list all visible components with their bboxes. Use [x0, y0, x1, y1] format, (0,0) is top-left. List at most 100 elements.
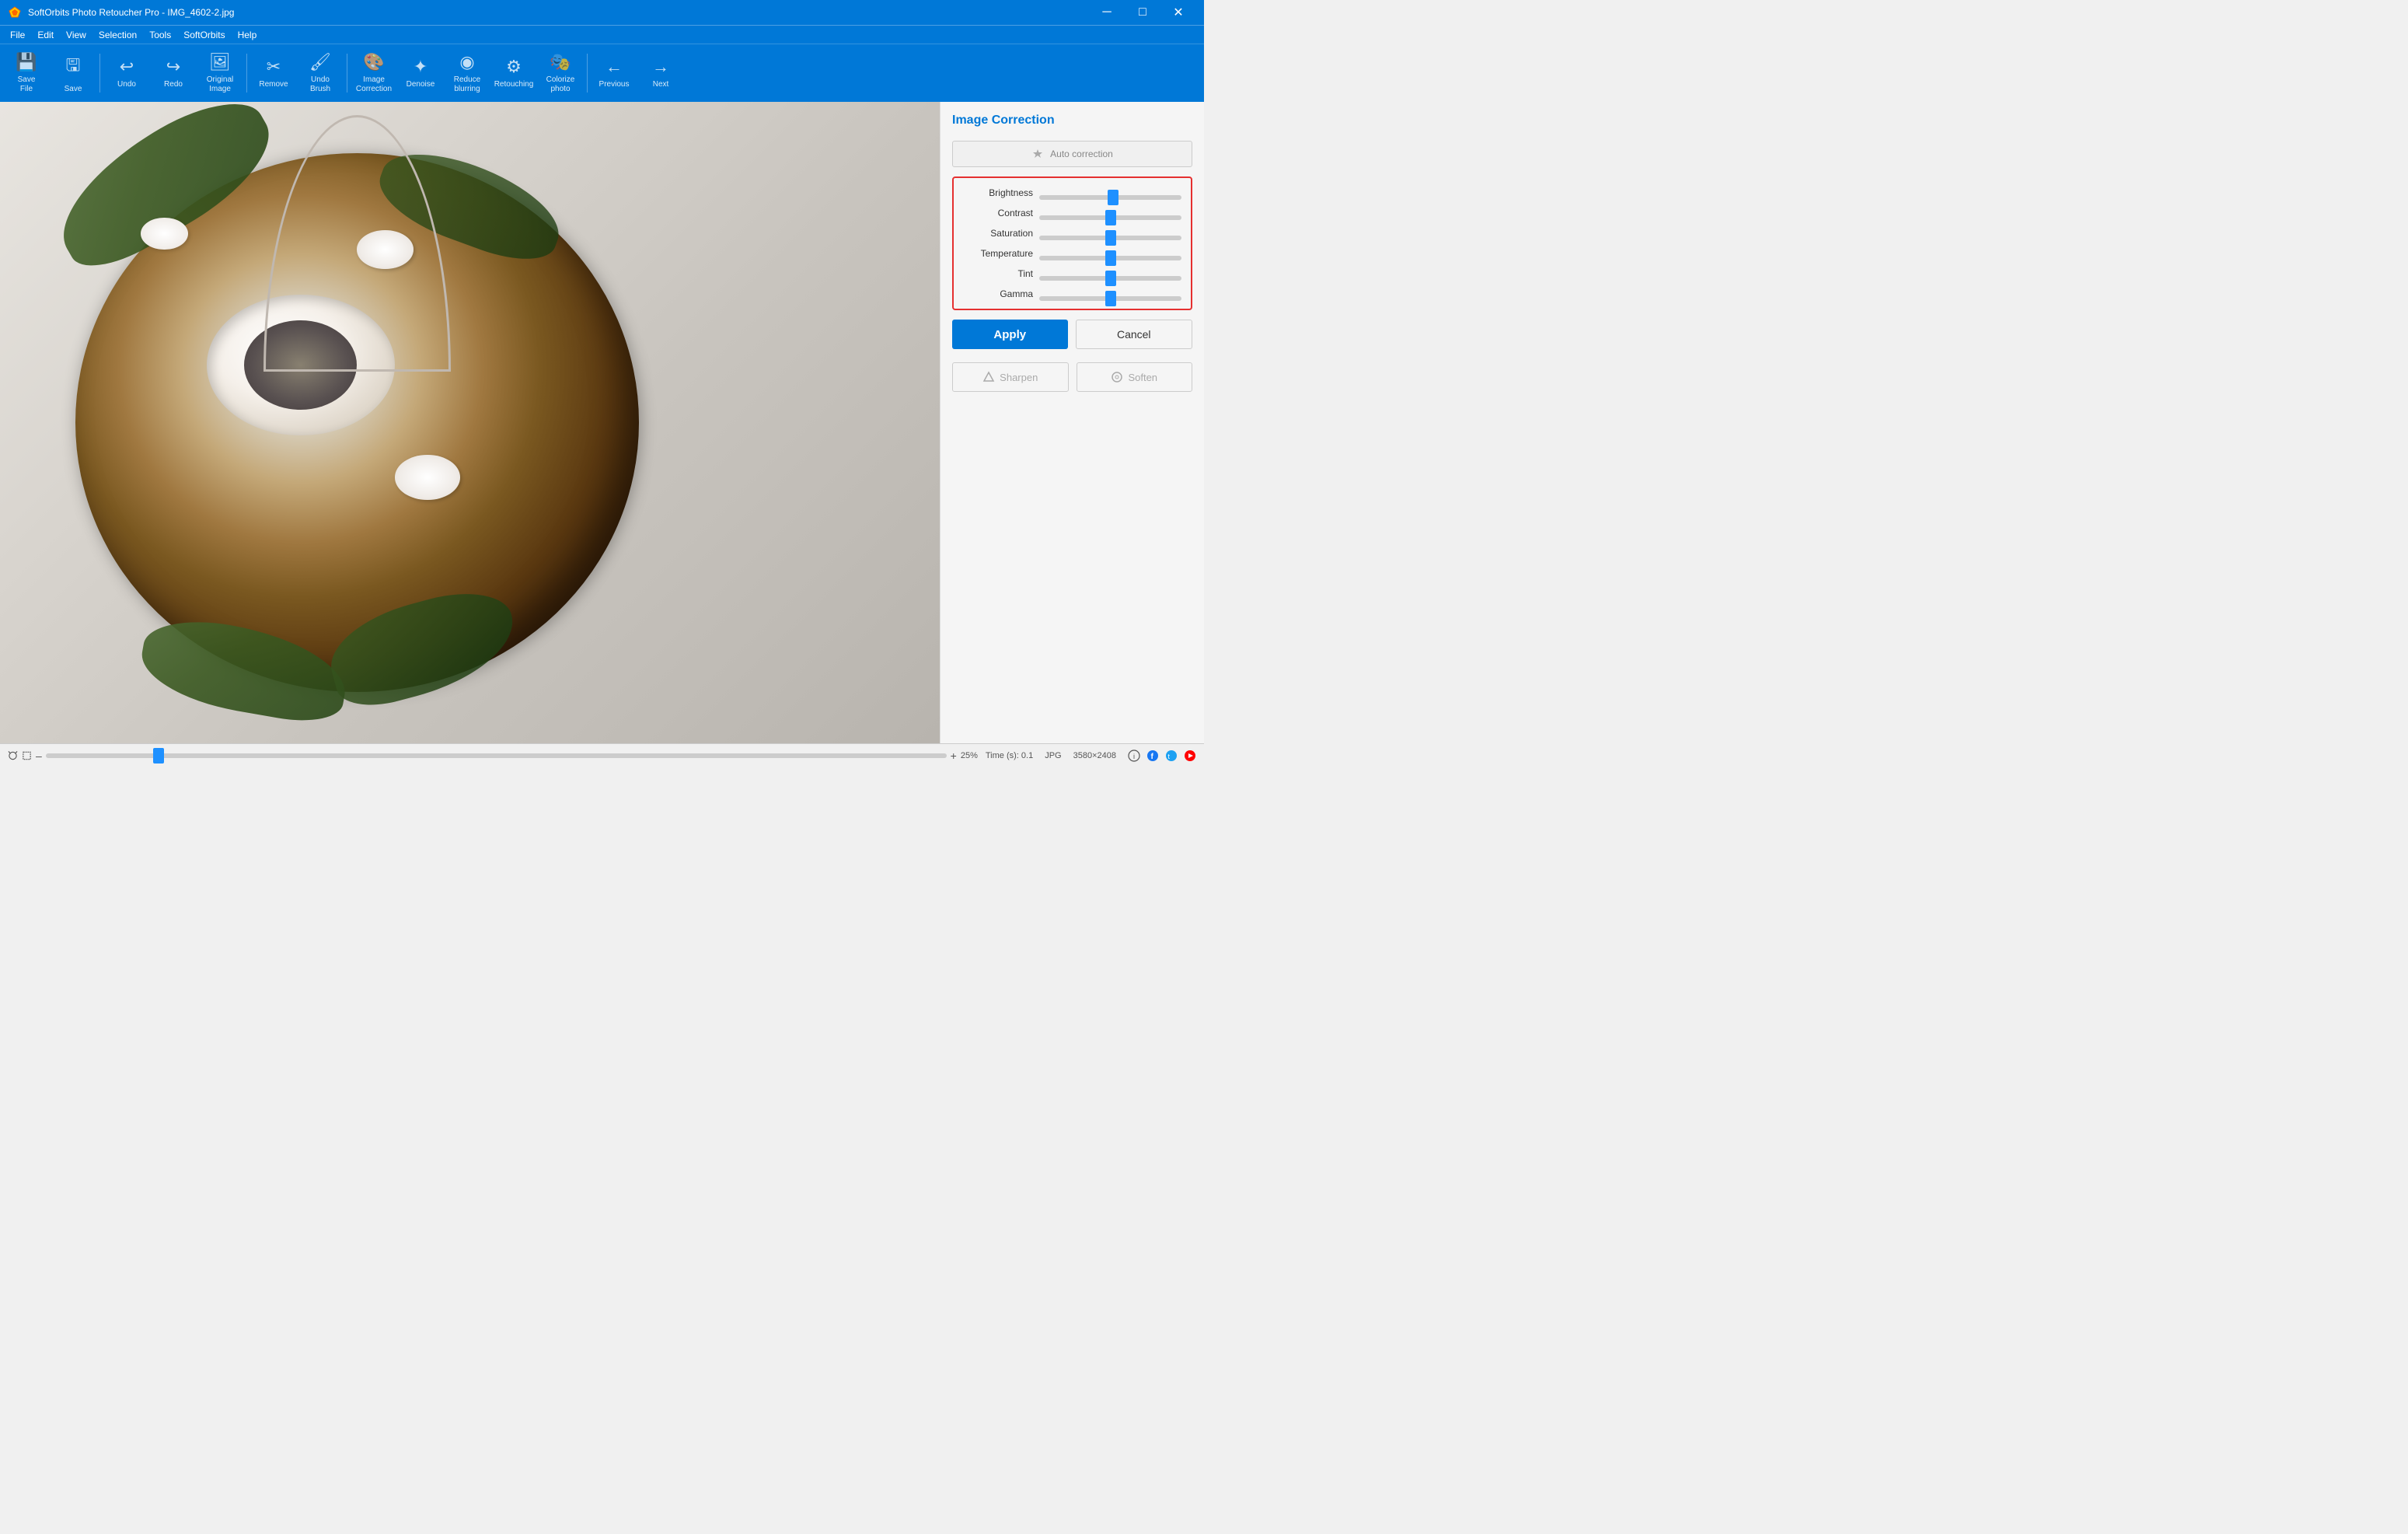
status-icons: i f t — [1128, 750, 1196, 762]
brightness-row: Brightness — [963, 187, 1181, 198]
status-bar: – + 25% Time (s): 0.1 JPG 3580×2408 i f … — [0, 743, 1204, 767]
toolbar-undo[interactable]: ↩ Undo — [104, 48, 149, 99]
toolbar-remove[interactable]: ✂ Remove — [251, 48, 296, 99]
time-label: Time (s): 0.1 — [986, 751, 1033, 760]
brightness-slider[interactable] — [1039, 195, 1181, 200]
tint-slider[interactable] — [1039, 276, 1181, 281]
menu-file[interactable]: File — [4, 28, 31, 42]
toolbar-undo-brush[interactable]: 🖌 UndoBrush — [298, 48, 343, 99]
contrast-track — [1039, 211, 1181, 215]
soften-label: Soften — [1128, 372, 1157, 383]
brightness-track — [1039, 190, 1181, 195]
toolbar-next[interactable]: → Next — [638, 48, 683, 99]
gamma-row: Gamma — [963, 288, 1181, 299]
facebook-icon[interactable]: f — [1146, 750, 1159, 762]
twitter-icon[interactable]: t — [1165, 750, 1178, 762]
menu-softorbits[interactable]: SoftOrbits — [177, 28, 231, 42]
saturation-label: Saturation — [963, 228, 1033, 239]
toolbar-previous[interactable]: ← Previous — [592, 48, 637, 99]
undo-brush-icon: 🖌 — [309, 52, 331, 72]
gamma-label: Gamma — [963, 288, 1033, 299]
temperature-row: Temperature — [963, 248, 1181, 259]
format-label: JPG — [1045, 751, 1061, 760]
toolbar-colorize-photo[interactable]: 🎭 Colorizephoto — [538, 48, 583, 99]
toolbar-denoise[interactable]: ✦ Denoise — [398, 48, 443, 99]
toolbar-redo[interactable]: ↪ Redo — [151, 48, 196, 99]
toolbar-image-correction-label: ImageCorrection — [356, 75, 392, 94]
contrast-label: Contrast — [963, 208, 1033, 218]
minimize-button[interactable]: ─ — [1089, 0, 1125, 25]
toolbar: 💾 SaveFile 🖫 Save ↩ Undo ↪ Redo 🖼 Origin… — [0, 44, 1204, 102]
close-button[interactable]: ✕ — [1160, 0, 1196, 25]
toolbar-remove-label: Remove — [259, 80, 288, 89]
zoom-minus-icon[interactable]: – — [36, 750, 42, 762]
brightness-label: Brightness — [963, 187, 1033, 198]
auto-correction-button[interactable]: Auto correction — [952, 141, 1192, 167]
window-title: SoftOrbits Photo Retoucher Pro - IMG_460… — [28, 7, 234, 18]
saturation-slider[interactable] — [1039, 236, 1181, 240]
panel-title: Image Correction — [952, 114, 1192, 128]
save-icon: 🖫 — [66, 52, 81, 82]
toolbar-separator-4 — [587, 54, 588, 93]
auto-correction-icon — [1031, 148, 1044, 160]
tint-track — [1039, 271, 1181, 276]
saturation-track — [1039, 231, 1181, 236]
toolbar-save[interactable]: 🖫 Save — [51, 48, 96, 99]
sharpen-icon — [982, 371, 995, 383]
toolbar-image-correction[interactable]: 🎨 ImageCorrection — [351, 48, 396, 99]
colorize-photo-icon: 🎭 — [550, 52, 571, 72]
toolbar-separator-1 — [99, 54, 100, 93]
youtube-icon[interactable] — [1184, 750, 1196, 762]
status-right: Time (s): 0.1 JPG 3580×2408 i f t — [986, 750, 1196, 762]
temperature-label: Temperature — [963, 248, 1033, 259]
next-icon: → — [652, 57, 669, 77]
apply-button[interactable]: Apply — [952, 320, 1068, 349]
toolbar-original-label: OriginalImage — [207, 75, 233, 94]
action-buttons: Apply Cancel — [952, 320, 1192, 349]
toolbar-save-file[interactable]: 💾 SaveFile — [4, 48, 49, 99]
menu-view[interactable]: View — [60, 28, 92, 42]
toolbar-undo-label: Undo — [117, 80, 136, 89]
photo-display — [0, 102, 940, 743]
time-value: 0.1 — [1021, 751, 1033, 760]
toolbar-previous-label: Previous — [599, 80, 630, 89]
undo-icon: ↩ — [120, 57, 134, 77]
svg-text:i: i — [1133, 753, 1135, 760]
image-correction-icon: 🎨 — [363, 52, 384, 72]
temperature-slider[interactable] — [1039, 256, 1181, 260]
maximize-button[interactable]: □ — [1125, 0, 1160, 25]
menu-edit[interactable]: Edit — [31, 28, 60, 42]
toolbar-reduce-blurring-label: Reduceblurring — [454, 75, 480, 94]
gamma-slider[interactable] — [1039, 296, 1181, 301]
tint-label: Tint — [963, 268, 1033, 279]
sharpen-button[interactable]: Sharpen — [952, 362, 1069, 392]
soften-icon — [1111, 371, 1123, 383]
save-file-icon: 💾 — [16, 52, 37, 72]
retouching-icon: ⚙ — [506, 57, 522, 77]
zoom-fit-icon — [8, 750, 18, 761]
toolbar-save-label: Save — [65, 85, 82, 94]
toolbar-next-label: Next — [653, 80, 669, 89]
tint-row: Tint — [963, 268, 1181, 279]
auto-correction-label: Auto correction — [1050, 149, 1113, 159]
toolbar-retouching[interactable]: ⚙ Retouching — [491, 48, 536, 99]
info-icon[interactable]: i — [1128, 750, 1140, 762]
denoise-icon: ✦ — [414, 57, 428, 77]
soften-button[interactable]: Soften — [1077, 362, 1193, 392]
menu-help[interactable]: Help — [232, 28, 263, 42]
zoom-slider[interactable] — [46, 753, 947, 758]
menu-selection[interactable]: Selection — [92, 28, 143, 42]
status-left: – + 25% — [8, 750, 978, 762]
title-bar-controls: ─ □ ✕ — [1089, 0, 1196, 25]
cancel-button[interactable]: Cancel — [1076, 320, 1193, 349]
menu-tools[interactable]: Tools — [143, 28, 177, 42]
toolbar-original-image[interactable]: 🖼 OriginalImage — [197, 48, 243, 99]
contrast-slider[interactable] — [1039, 215, 1181, 220]
title-bar-left: SoftOrbits Photo Retoucher Pro - IMG_460… — [8, 5, 234, 19]
menu-bar: File Edit View Selection Tools SoftOrbit… — [0, 25, 1204, 44]
toolbar-reduce-blurring[interactable]: ◉ Reduceblurring — [445, 48, 490, 99]
canvas-area — [0, 102, 940, 743]
temperature-track — [1039, 251, 1181, 256]
zoom-plus-icon[interactable]: + — [951, 750, 957, 762]
redo-icon: ↪ — [166, 57, 180, 77]
